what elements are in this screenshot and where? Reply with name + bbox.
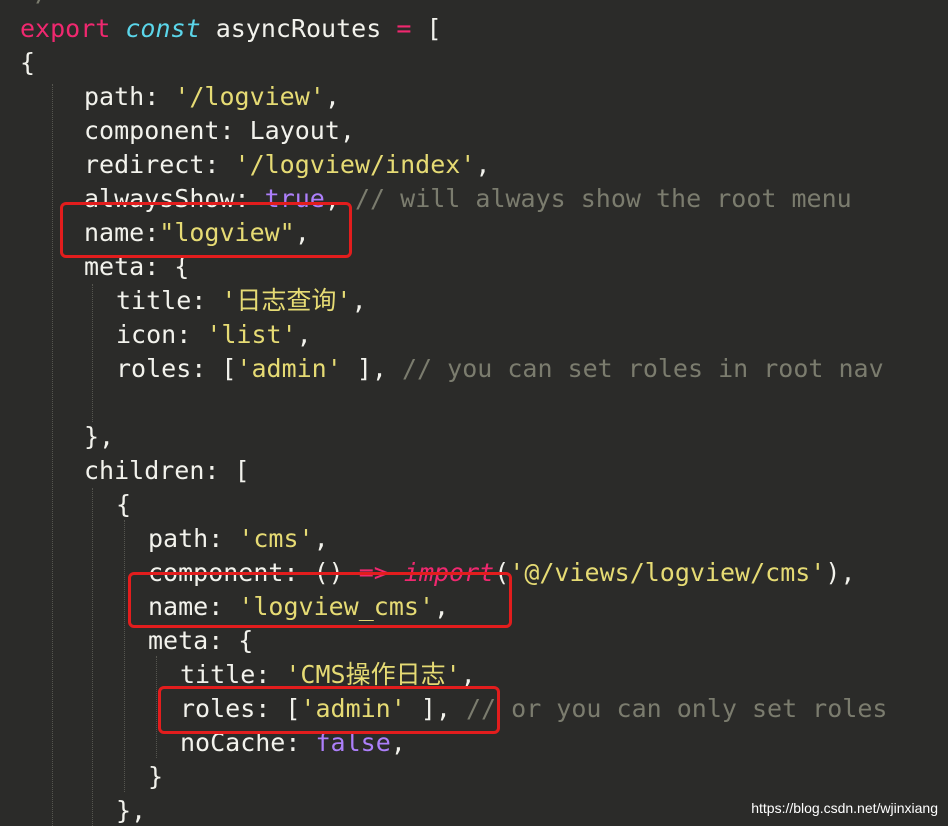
code-line: path: '/logview', (84, 80, 340, 114)
property-key: path: (84, 82, 160, 111)
brace: } (148, 762, 164, 791)
brace: { (116, 490, 132, 519)
code-line: redirect: '/logview/index', (84, 148, 490, 182)
code-line: meta: { (148, 624, 253, 658)
comment-fragment: */ (20, 0, 50, 7)
code-line: title: '日志查询', (116, 284, 367, 318)
string-value: '日志查询' (221, 286, 352, 315)
brace: }, (116, 796, 147, 825)
property-key: children: [ (84, 456, 250, 485)
code-line: { (20, 46, 35, 80)
identifier: asyncRoutes (215, 14, 382, 43)
indent-guide (124, 520, 125, 792)
code-line: } (148, 760, 163, 794)
punctuation: ), (825, 558, 856, 587)
punctuation: , (475, 150, 491, 179)
code-line: component: Layout, (84, 114, 355, 148)
keyword-export: export (20, 14, 111, 43)
brace: }, (84, 422, 115, 451)
indent-guide (92, 488, 93, 826)
property-key: meta: { (148, 626, 254, 655)
value: Layout, (249, 116, 355, 145)
highlight-box-name-logview (60, 202, 352, 258)
comment: // you can set roles in root nav (402, 354, 884, 383)
highlight-box-name-logview-cms (128, 572, 512, 628)
property-key: title: (180, 660, 271, 689)
bracket: [ (426, 14, 442, 43)
keyword-const: const (125, 14, 201, 43)
comment: // will always show the root menu (354, 184, 852, 213)
operator: = (396, 14, 412, 43)
indent-guide (156, 656, 157, 758)
watermark-text: https://blog.csdn.net/wjinxiang (751, 800, 938, 816)
string-value: '/logview' (174, 82, 325, 111)
punctuation: , (296, 320, 312, 349)
brace: { (20, 48, 36, 77)
property-key: component: (84, 116, 235, 145)
indent-guide (92, 284, 93, 422)
property-key: icon: (116, 320, 192, 349)
code-line: { (116, 488, 131, 522)
property-key: redirect: (84, 150, 220, 179)
comment: // or you can only set roles (466, 694, 888, 723)
code-line: roles: ['admin' ], // you can set roles … (116, 352, 884, 386)
punctuation: ], (341, 354, 387, 383)
punctuation: , (351, 286, 367, 315)
code-line: }, (84, 420, 114, 454)
string-value: 'admin' (236, 354, 342, 383)
string-value: '@/views/logview/cms' (509, 558, 826, 587)
code-line: export const asyncRoutes = [ (20, 12, 442, 46)
punctuation: , (460, 660, 476, 689)
string-value: 'list' (206, 320, 297, 349)
code-line: }, (116, 794, 146, 826)
highlight-box-roles-admin (158, 686, 500, 734)
property-key: roles: [ (116, 354, 237, 383)
string-value: 'CMS操作日志' (285, 660, 461, 689)
code-line: icon: 'list', (116, 318, 312, 352)
punctuation: , (324, 82, 340, 111)
string-value: '/logview/index' (234, 150, 476, 179)
indent-guide (52, 84, 53, 826)
code-line: children: [ (84, 454, 250, 488)
property-key: path: (148, 524, 224, 553)
code-line: path: 'cms', (148, 522, 329, 556)
property-key: title: (116, 286, 207, 315)
string-value: 'cms' (238, 524, 314, 553)
code-editor[interactable]: */ export const asyncRoutes = [ { path: … (0, 0, 948, 826)
punctuation: , (313, 524, 329, 553)
